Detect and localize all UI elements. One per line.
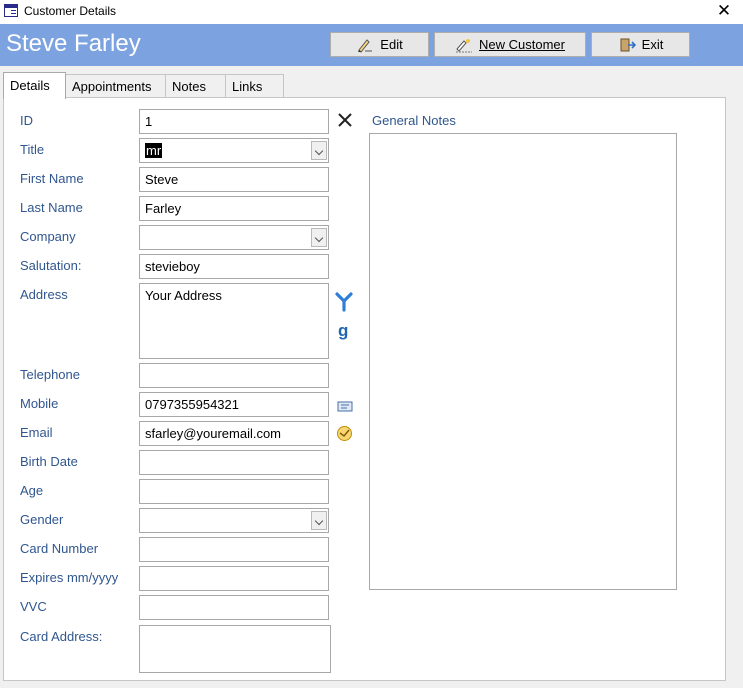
company-label: Company — [20, 229, 76, 244]
edit-button-label: Edit — [380, 37, 403, 52]
tab-details[interactable]: Details — [3, 72, 66, 99]
salutation-label: Salutation: — [20, 258, 82, 273]
svg-text:g: g — [338, 321, 348, 340]
edit-icon — [358, 38, 373, 53]
exit-button[interactable]: Exit — [591, 32, 690, 57]
gender-combo[interactable] — [139, 508, 329, 533]
clear-x-icon[interactable] — [337, 112, 353, 128]
company-combo[interactable] — [139, 225, 329, 250]
vvc-field[interactable] — [139, 595, 329, 620]
card-address-label: Card Address: — [20, 629, 103, 644]
card-address-field[interactable] — [139, 625, 331, 673]
salutation-field[interactable]: stevieboy — [139, 254, 329, 279]
address-field[interactable]: Your Address — [139, 283, 329, 359]
general-notes-field[interactable] — [369, 133, 677, 590]
form-header: Steve Farley Edit New Customer Exit — [0, 24, 743, 66]
chevron-down-icon[interactable] — [311, 511, 327, 530]
title-label: Title — [20, 142, 45, 157]
id-label: ID — [20, 113, 33, 128]
exit-button-label: Exit — [641, 37, 664, 52]
email-field[interactable]: sfarley@youremail.com — [139, 421, 329, 446]
chevron-down-icon[interactable] — [311, 228, 327, 247]
last-name-field[interactable]: Farley — [139, 196, 329, 221]
age-field[interactable] — [139, 479, 329, 504]
google-icon[interactable]: g — [336, 321, 352, 341]
yelp-icon[interactable] — [335, 292, 355, 312]
expires-label: Expires mm/yyyy — [20, 570, 119, 585]
age-label: Age — [20, 483, 44, 498]
mobile-field[interactable]: 0797355954321 — [139, 392, 329, 417]
chevron-down-icon[interactable] — [311, 141, 327, 160]
edit-button[interactable]: Edit — [330, 32, 429, 57]
exit-icon — [620, 38, 636, 51]
vvc-label: VVC — [20, 599, 47, 614]
outlook-icon[interactable] — [336, 425, 353, 442]
title-combo[interactable]: mr — [139, 138, 329, 163]
address-label: Address — [20, 287, 68, 302]
customer-details-window: Customer Details ✕ Steve Farley Edit New… — [0, 0, 743, 688]
title-bar: Customer Details ✕ — [0, 0, 743, 24]
first-name-label: First Name — [20, 171, 84, 186]
gender-label: Gender — [20, 512, 64, 527]
expires-field[interactable] — [139, 566, 329, 591]
new-customer-icon — [456, 38, 473, 52]
first-name-field[interactable]: Steve — [139, 167, 329, 192]
id-field[interactable]: 1 — [139, 109, 329, 134]
close-icon[interactable]: ✕ — [713, 0, 735, 22]
mobile-label: Mobile — [20, 396, 59, 411]
email-label: Email — [20, 425, 53, 440]
card-number-label: Card Number — [20, 541, 99, 556]
new-customer-button[interactable]: New Customer — [434, 32, 586, 57]
telephone-field[interactable] — [139, 363, 329, 388]
customer-name-heading: Steve Farley — [6, 30, 141, 57]
tab-appointments[interactable]: Appointments — [65, 74, 166, 98]
new-customer-button-label: New Customer — [479, 37, 565, 52]
window-title: Customer Details — [24, 4, 117, 18]
birth-date-field[interactable] — [139, 450, 329, 475]
sms-icon[interactable] — [337, 399, 353, 413]
card-number-field[interactable] — [139, 537, 329, 562]
birth-date-label: Birth Date — [20, 454, 78, 469]
form-icon — [4, 4, 18, 17]
last-name-label: Last Name — [20, 200, 83, 215]
title-value: mr — [145, 143, 163, 158]
general-notes-label: General Notes — [372, 113, 456, 128]
tab-links[interactable]: Links — [225, 74, 284, 98]
telephone-label: Telephone — [20, 367, 80, 382]
tab-notes[interactable]: Notes — [165, 74, 226, 98]
